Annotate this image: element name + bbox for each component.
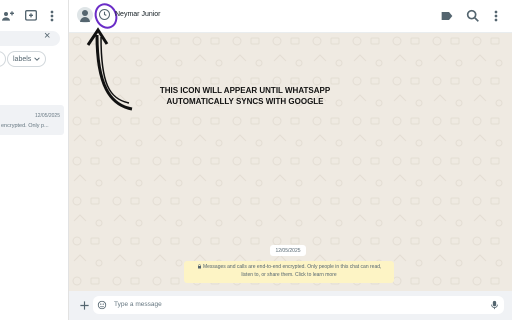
sidebar-header [0,0,68,32]
menu-icon[interactable] [44,8,60,24]
lock-icon [197,264,201,269]
labels-chip-label: labels [13,55,32,63]
contact-name[interactable]: Neymar Junior [115,11,161,18]
chat-header: Neymar Junior [69,0,512,33]
message-placeholder: Type a message [114,301,162,308]
search-icon[interactable] [465,8,481,24]
chat-item-preview: encrypted. Only p... [1,123,49,129]
date-divider: 12/05/2025 [270,245,306,256]
chat-list-sidebar: × labels 12/05/2025 encrypted. Only p... [0,0,69,320]
message-input[interactable]: Type a message [93,296,504,314]
clear-search-icon[interactable]: × [44,30,50,42]
annotation-arrow [86,27,133,111]
chevron-down-icon [34,57,41,61]
new-chat-icon[interactable] [23,8,39,24]
filter-chip[interactable] [0,51,6,67]
filter-chips: labels [0,51,68,67]
labels-filter-chip[interactable]: labels [7,51,47,67]
microphone-icon[interactable] [490,300,499,310]
chat-item-date: 12/05/2025 [34,113,60,119]
sticker-icon[interactable] [97,300,107,310]
annotation-text: THIS ICON WILL APPEAR UNTIL WHATSAPP AUT… [140,85,350,107]
label-icon[interactable] [439,8,455,24]
annotation-line-2: AUTOMATICALLY SYNCS WITH GOOGLE [166,97,324,106]
search-input[interactable] [0,31,60,46]
encryption-notice[interactable]: Messages and calls are end-to-end encryp… [184,261,394,283]
encryption-notice-line-2: listen to, or share them. Click to learn… [241,272,337,278]
chat-list-item[interactable]: 12/05/2025 encrypted. Only p... [0,105,64,135]
encryption-notice-line-1: Messages and calls are end-to-end encryp… [202,264,382,270]
annotation-line-1: THIS ICON WILL APPEAR UNTIL WHATSAPP [159,86,331,95]
sync-pending-icon[interactable] [99,9,110,20]
contact-avatar[interactable] [77,7,93,23]
new-community-icon[interactable] [0,8,16,24]
message-composer: Type a message [69,291,512,320]
attach-plus-icon[interactable] [79,300,90,311]
menu-icon[interactable] [488,8,504,24]
